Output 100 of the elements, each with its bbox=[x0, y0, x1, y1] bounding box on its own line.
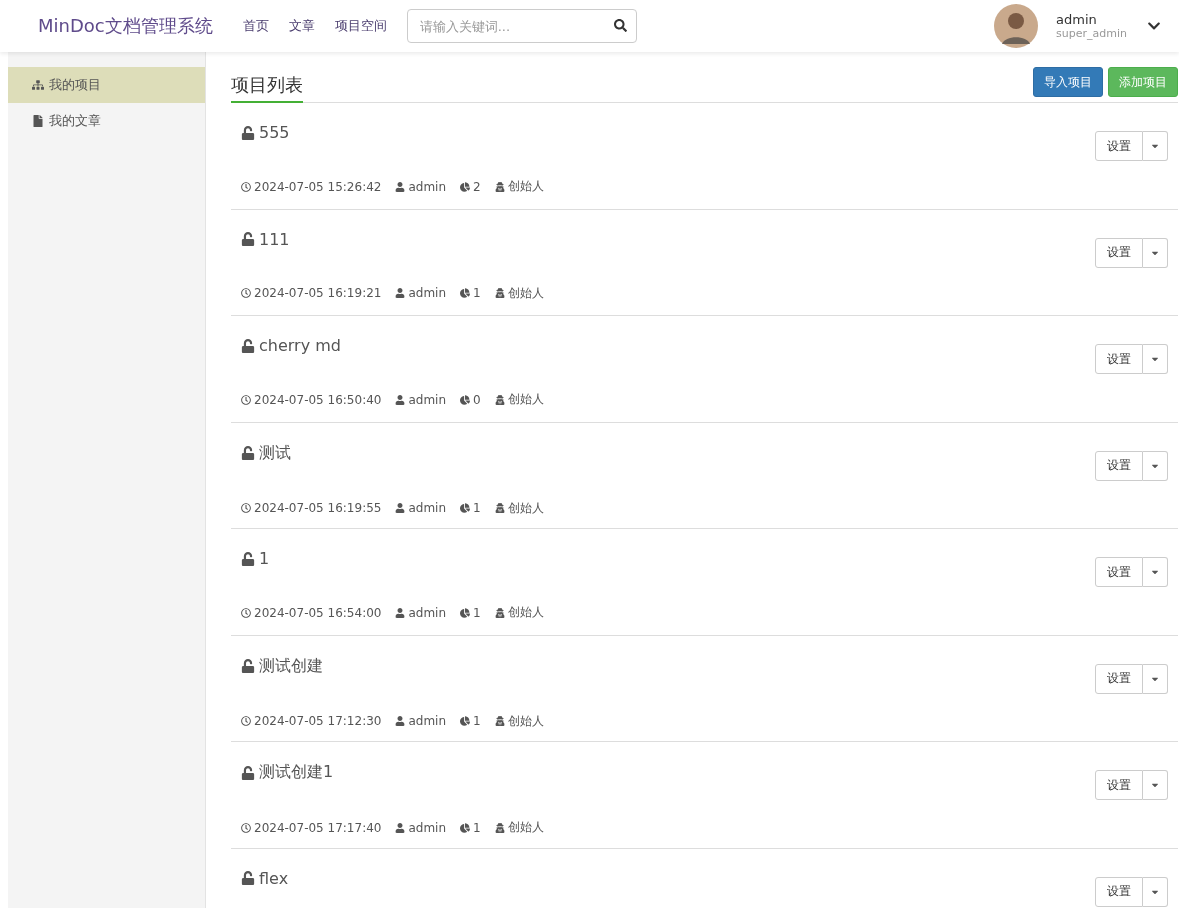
file-icon bbox=[32, 115, 44, 127]
clock-icon bbox=[241, 716, 251, 726]
avatar[interactable] bbox=[994, 4, 1039, 48]
user-icon bbox=[395, 181, 406, 192]
user-name: admin bbox=[1056, 11, 1098, 28]
project-name[interactable]: 555 bbox=[259, 123, 290, 142]
pie-chart-icon bbox=[460, 503, 471, 513]
nav-link[interactable]: 文章 bbox=[288, 17, 315, 35]
doc-count: 1 bbox=[473, 501, 481, 515]
dropdown-button[interactable] bbox=[1143, 770, 1168, 800]
dropdown-button[interactable] bbox=[1143, 557, 1168, 587]
pie-chart-icon bbox=[460, 716, 471, 726]
clock-icon bbox=[241, 607, 251, 618]
user-icon bbox=[395, 716, 406, 726]
sidebar-label: 我的文章 bbox=[49, 112, 101, 130]
project-time: 2024-07-05 17:17:40 bbox=[254, 820, 382, 835]
sidebar-item[interactable]: 我的文章 bbox=[8, 103, 205, 139]
project-name[interactable]: 111 bbox=[259, 229, 290, 249]
user-secret-icon bbox=[494, 503, 505, 513]
settings-button[interactable]: 设置 bbox=[1095, 876, 1143, 907]
nav-link[interactable]: 项目空间 bbox=[334, 17, 387, 35]
project-role: 创始人 bbox=[507, 712, 544, 730]
project-name[interactable]: 测试创建1 bbox=[259, 762, 334, 783]
user-icon bbox=[395, 394, 406, 405]
dropdown-button[interactable] bbox=[1143, 237, 1168, 268]
project-time: 2024-07-05 16:50:40 bbox=[254, 392, 382, 407]
user-secret-icon bbox=[494, 607, 505, 618]
settings-button[interactable]: 设置 bbox=[1095, 663, 1143, 694]
unlock-icon bbox=[241, 232, 255, 246]
logo[interactable]: MinDoc文档管理系统 bbox=[38, 14, 213, 38]
clock-icon bbox=[241, 503, 251, 513]
clock-icon bbox=[241, 288, 251, 298]
user-role: super_admin bbox=[1056, 27, 1127, 41]
unlock-icon bbox=[241, 659, 255, 673]
pie-chart-icon bbox=[460, 822, 471, 833]
project-role: 创始人 bbox=[507, 499, 544, 517]
user-icon bbox=[395, 822, 406, 833]
dropdown-button[interactable] bbox=[1143, 450, 1168, 481]
settings-button[interactable]: 设置 bbox=[1095, 344, 1143, 374]
search-icon[interactable] bbox=[613, 19, 627, 32]
dropdown-button[interactable] bbox=[1143, 876, 1168, 907]
settings-button[interactable]: 设置 bbox=[1095, 131, 1143, 161]
project-name[interactable]: 测试创建 bbox=[259, 655, 323, 677]
project-name[interactable]: flex bbox=[259, 868, 289, 888]
project-time: 2024-07-05 17:12:30 bbox=[254, 714, 382, 728]
project-role: 创始人 bbox=[507, 178, 544, 195]
project-time: 2024-07-05 16:54:00 bbox=[254, 605, 382, 620]
user-secret-icon bbox=[494, 822, 505, 833]
user-secret-icon bbox=[494, 394, 505, 405]
doc-count: 2 bbox=[473, 179, 481, 194]
project-role: 创始人 bbox=[507, 819, 544, 836]
project-role: 创始人 bbox=[507, 284, 544, 302]
settings-button[interactable]: 设置 bbox=[1095, 237, 1143, 268]
project-time: 2024-07-05 15:26:42 bbox=[254, 179, 382, 194]
dropdown-button[interactable] bbox=[1143, 131, 1168, 161]
project-name[interactable]: cherry md bbox=[259, 336, 341, 355]
project-role: 创始人 bbox=[507, 604, 544, 621]
user-secret-icon bbox=[494, 288, 505, 298]
sidebar-label: 我的项目 bbox=[49, 76, 101, 94]
dropdown-button[interactable] bbox=[1143, 663, 1168, 694]
doc-count: 1 bbox=[473, 605, 481, 620]
doc-count: 1 bbox=[473, 820, 481, 835]
import-button[interactable]: 导入项目 bbox=[1033, 67, 1103, 97]
clock-icon bbox=[241, 394, 251, 405]
user-icon bbox=[395, 607, 406, 618]
user-icon bbox=[395, 288, 406, 298]
nav-link[interactable]: 首页 bbox=[242, 17, 269, 35]
project-time: 2024-07-05 16:19:55 bbox=[254, 501, 382, 515]
project-role: 创始人 bbox=[507, 391, 544, 408]
project-time: 2024-07-05 16:19:21 bbox=[254, 286, 382, 300]
project-author: admin bbox=[408, 501, 447, 515]
project-name[interactable]: 1 bbox=[259, 549, 270, 568]
project-author: admin bbox=[408, 820, 447, 835]
project-author: admin bbox=[408, 605, 447, 620]
pie-chart-icon bbox=[460, 181, 471, 192]
search-field[interactable]: 请输入关键词... bbox=[406, 9, 637, 43]
clock-icon bbox=[241, 822, 251, 833]
settings-button[interactable]: 设置 bbox=[1095, 770, 1143, 800]
pie-chart-icon bbox=[460, 394, 471, 405]
settings-button[interactable]: 设置 bbox=[1095, 557, 1143, 587]
user-secret-icon bbox=[494, 716, 505, 726]
user-secret-icon bbox=[494, 181, 505, 192]
sidebar-item[interactable]: 我的项目 bbox=[8, 67, 205, 103]
clock-icon bbox=[241, 181, 251, 192]
project-author: admin bbox=[408, 179, 447, 194]
dropdown-button[interactable] bbox=[1143, 344, 1168, 374]
project-author: admin bbox=[408, 286, 447, 300]
unlock-icon bbox=[241, 125, 255, 140]
unlock-icon bbox=[241, 871, 255, 885]
project-author: admin bbox=[408, 714, 447, 728]
doc-count: 1 bbox=[473, 714, 481, 728]
settings-button[interactable]: 设置 bbox=[1095, 450, 1143, 481]
section-tab[interactable]: 项目列表 bbox=[231, 73, 303, 103]
unlock-icon bbox=[241, 446, 255, 460]
unlock-icon bbox=[241, 551, 255, 566]
project-author: admin bbox=[408, 392, 447, 407]
unlock-icon bbox=[241, 765, 255, 780]
project-name[interactable]: 测试 bbox=[259, 442, 291, 464]
user-icon bbox=[395, 503, 406, 513]
doc-count: 0 bbox=[473, 392, 481, 407]
